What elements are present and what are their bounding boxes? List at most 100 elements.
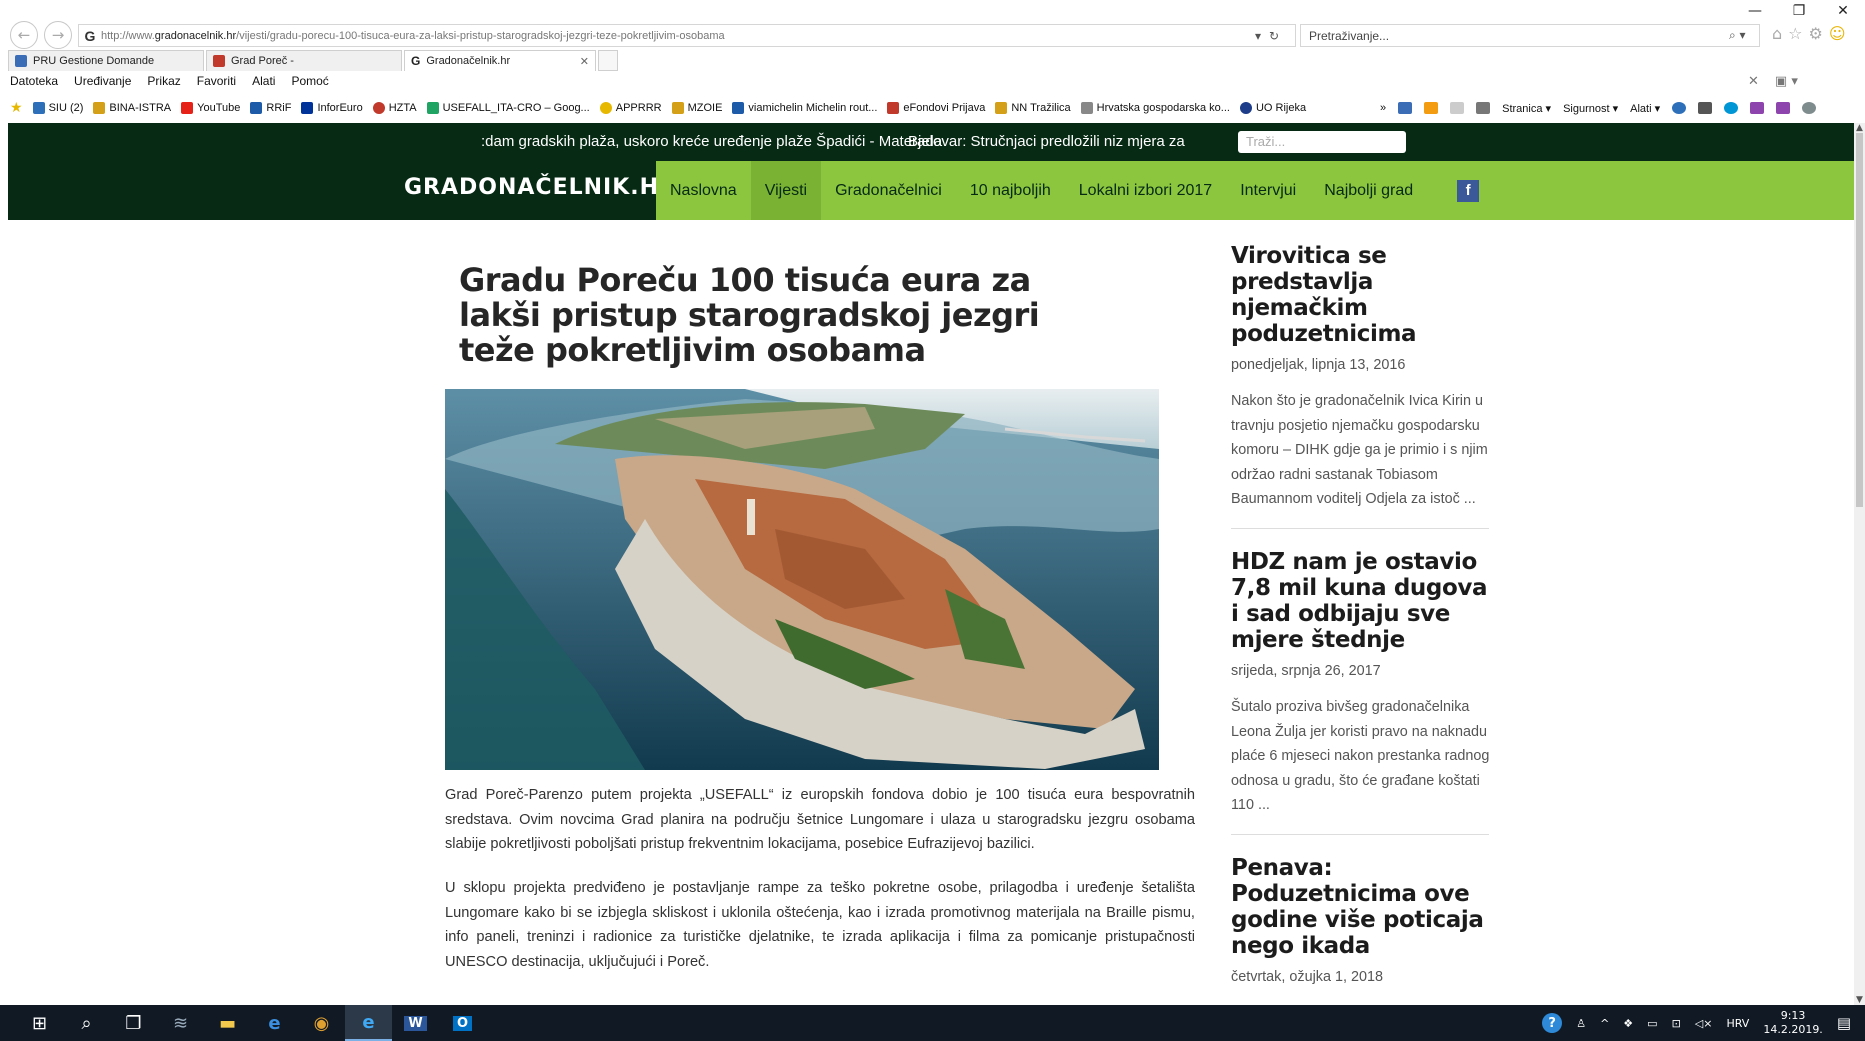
page-scrollbar[interactable]: ▲ ▼: [1854, 123, 1865, 1005]
people-icon[interactable]: ♙: [1576, 1017, 1586, 1030]
mail-icon[interactable]: [1450, 102, 1465, 114]
settings-icon[interactable]: [1802, 102, 1817, 114]
related-post-title[interactable]: HDZ nam je ostavio 7,8 mil kuna dugova i…: [1231, 549, 1501, 653]
favorite-item[interactable]: HZTA: [372, 102, 417, 114]
nav-item-10-najboljih[interactable]: 10 najboljih: [956, 161, 1065, 220]
nav-item-lokalni-izbori[interactable]: Lokalni izbori 2017: [1065, 161, 1226, 220]
command-safety-menu[interactable]: Sigurnost ▾: [1563, 102, 1618, 115]
favorite-item[interactable]: APPRRR: [599, 102, 662, 114]
edge-browser-icon[interactable]: e: [251, 1005, 298, 1041]
settings-gear-icon[interactable]: ⚙: [1809, 24, 1823, 43]
file-explorer-icon[interactable]: ▬: [204, 1005, 251, 1041]
scrollbar-thumb[interactable]: [1856, 133, 1863, 507]
browser-search-box[interactable]: Pretraživanje... ⌕ ▾: [1300, 24, 1760, 47]
refresh-icon[interactable]: ↻: [1269, 29, 1279, 43]
ticker-headline[interactable]: :dam gradskih plaža, uskoro kreće uređen…: [481, 133, 942, 150]
feedback-smiley-icon[interactable]: ☺: [1829, 24, 1846, 43]
addon-icon[interactable]: [1698, 102, 1713, 114]
rss-feed-icon[interactable]: [1424, 102, 1439, 114]
chrome-icon[interactable]: ◉: [298, 1005, 345, 1041]
menu-item-datoteka[interactable]: Datoteka: [10, 74, 58, 92]
addon-icon[interactable]: [1750, 102, 1765, 114]
nav-item-intervjui[interactable]: Intervjui: [1226, 161, 1310, 220]
print-icon[interactable]: [1476, 102, 1491, 114]
home-icon[interactable]: ⌂: [1772, 24, 1782, 43]
favorites-star-icon[interactable]: ☆: [1788, 24, 1802, 43]
hp-icon[interactable]: [1724, 102, 1739, 114]
site-search-input[interactable]: Traži...: [1238, 131, 1406, 153]
show-hidden-icons-icon[interactable]: ^: [1600, 1017, 1609, 1030]
favorites-star-add-icon[interactable]: ★: [10, 100, 23, 116]
menu-item-alati[interactable]: Alati: [252, 74, 275, 92]
related-post-title[interactable]: Virovitica se predstavlja njemačkim podu…: [1231, 243, 1501, 347]
search-icon[interactable]: ⌕ ▾: [1729, 28, 1759, 43]
related-post-title[interactable]: Penava: Poduzetnicima ove godine više po…: [1231, 855, 1501, 959]
nav-item-najbolji-grad[interactable]: Najbolji grad: [1310, 161, 1427, 220]
menu-item-favoriti[interactable]: Favoriti: [197, 74, 236, 92]
favorite-item[interactable]: NN Tražilica: [995, 102, 1071, 114]
search-icon[interactable]: ⌕: [63, 1005, 110, 1041]
tab-grad-porec[interactable]: Grad Poreč -: [206, 50, 402, 71]
address-url[interactable]: http://www.gradonacelnik.hr/vijesti/grad…: [101, 30, 1255, 42]
scroll-down-arrow-icon[interactable]: ▼: [1854, 995, 1865, 1005]
language-indicator[interactable]: HRV: [1726, 1017, 1749, 1030]
battery-icon[interactable]: ▭: [1647, 1017, 1657, 1030]
close-window-button[interactable]: ✕: [1821, 0, 1865, 22]
menu-item-prikaz[interactable]: Prikaz: [147, 74, 180, 92]
nav-item-naslovna[interactable]: Naslovna: [656, 161, 751, 220]
outlook-icon[interactable]: O: [439, 1005, 486, 1041]
addon-icon[interactable]: [1776, 102, 1791, 114]
favorite-item[interactable]: Hrvatska gospodarska ko...: [1080, 102, 1230, 114]
clock[interactable]: 9:13 14.2.2019.: [1763, 1009, 1822, 1037]
scroll-up-arrow-icon[interactable]: ▲: [1854, 123, 1865, 133]
overflow-chevron-icon[interactable]: »: [1380, 102, 1386, 114]
compat-view-icon[interactable]: ▣ ▾: [1775, 74, 1798, 89]
task-view-icon[interactable]: ❐: [110, 1005, 157, 1041]
tab-close-icon[interactable]: ✕: [580, 55, 589, 68]
menu-item-uredivanje[interactable]: Uređivanje: [74, 74, 131, 92]
favorite-item[interactable]: USEFALL_ITA-CRO – Goog...: [426, 102, 590, 114]
favorites-bar: ★ SIU (2) BINA-ISTRA YouTube RRiF InforE…: [10, 98, 1306, 118]
dropbox-icon[interactable]: ❖: [1623, 1017, 1633, 1030]
favorite-item[interactable]: RRiF: [250, 102, 291, 114]
favorite-item[interactable]: SIU (2): [32, 102, 83, 114]
divider: [1231, 527, 1489, 529]
ticker-headline[interactable]: Bjelovar: Stručnjaci predložili niz mjer…: [908, 133, 1185, 150]
notifications-icon[interactable]: ▤: [1837, 1014, 1851, 1032]
favorite-item[interactable]: InforEuro: [301, 102, 363, 114]
facebook-link[interactable]: f: [1457, 161, 1480, 220]
menu-item-pomoc[interactable]: Pomoć: [291, 74, 328, 92]
favorite-item[interactable]: MZOIE: [671, 102, 722, 114]
start-windows-icon[interactable]: ⊞: [16, 1005, 63, 1041]
volume-muted-icon[interactable]: ◁×: [1695, 1017, 1713, 1030]
nav-item-gradonacelnici[interactable]: Gradonačelnici: [821, 161, 956, 220]
tab-gradonacelnik[interactable]: G Gradonačelnik.hr ✕: [404, 50, 596, 71]
internet-explorer-icon[interactable]: e: [345, 1005, 392, 1041]
address-bar[interactable]: G http://www.gradonacelnik.hr/vijesti/gr…: [78, 24, 1296, 47]
restore-button[interactable]: ❐: [1777, 0, 1821, 22]
network-icon[interactable]: ⊡: [1672, 1017, 1681, 1030]
home-page-icon[interactable]: [1398, 102, 1413, 114]
command-tools-menu[interactable]: Alati ▾: [1630, 102, 1660, 115]
close-bar-icon[interactable]: ✕: [1748, 74, 1759, 89]
help-icon[interactable]: ?: [1542, 1013, 1563, 1033]
tab-pru-gestione[interactable]: PRU Gestione Domande: [8, 50, 204, 71]
forward-button[interactable]: →: [44, 21, 72, 49]
new-tab-button[interactable]: [598, 50, 618, 71]
favorite-item[interactable]: eFondovi Prijava: [887, 102, 985, 114]
command-page-menu[interactable]: Stranica ▾: [1502, 102, 1551, 115]
favorite-item[interactable]: BINA-ISTRA: [93, 102, 171, 114]
minimize-button[interactable]: —: [1733, 0, 1777, 22]
help-icon[interactable]: [1672, 102, 1687, 114]
back-button[interactable]: ←: [10, 21, 38, 49]
article-title: Gradu Poreču 100 tisuća eura za lakši pr…: [459, 261, 1040, 369]
clock-time: 9:13: [1780, 1009, 1806, 1022]
dropdown-arrow-icon[interactable]: ▾: [1255, 29, 1261, 43]
favorite-item[interactable]: viamichelin Michelin rout...: [732, 102, 877, 114]
app-icon[interactable]: ≋: [157, 1005, 204, 1041]
word-icon[interactable]: W: [392, 1005, 439, 1041]
site-logo[interactable]: GRADONAČELNIK.HR: [404, 175, 677, 200]
favorite-item[interactable]: UO Rijeka: [1239, 102, 1306, 114]
nav-item-vijesti[interactable]: Vijesti: [750, 161, 822, 220]
favorite-item[interactable]: YouTube: [181, 102, 240, 114]
